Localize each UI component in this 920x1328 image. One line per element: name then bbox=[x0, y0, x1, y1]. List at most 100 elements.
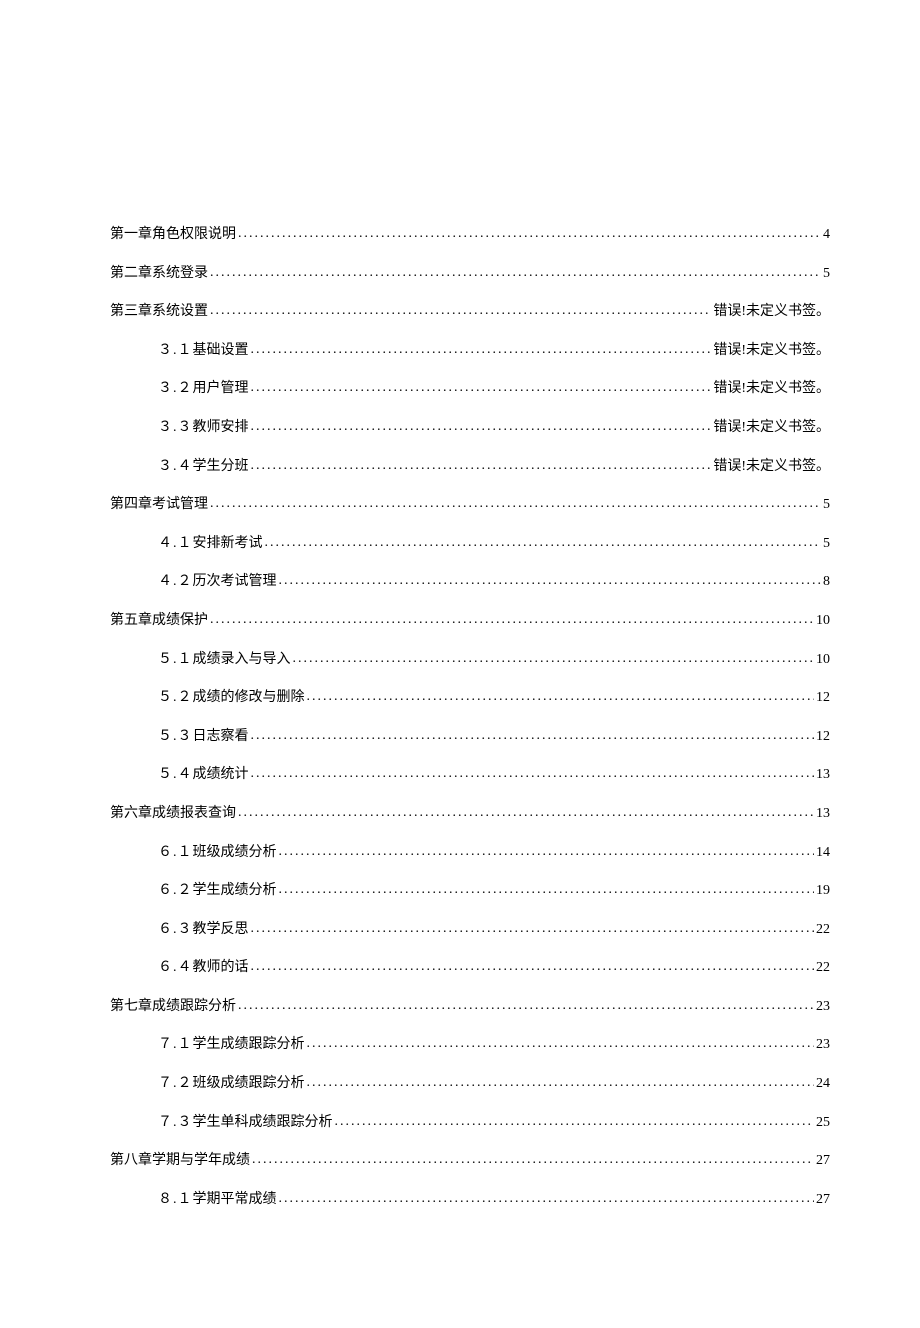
toc-list: 第一章角色权限说明4第二章系统登录5第三章系统设置错误!未定义书签。３.１基础设… bbox=[110, 225, 830, 1209]
toc-section-number: ５.３ bbox=[158, 729, 193, 744]
toc-label: 第七章成绩跟踪分析 bbox=[110, 997, 236, 1017]
toc-label: 第六章成绩报表查询 bbox=[110, 804, 236, 824]
toc-section-title: 学生单科成绩跟踪分析 bbox=[193, 1115, 333, 1130]
toc-section-number: ３.４ bbox=[158, 459, 193, 474]
toc-label: 第八章学期与学年成绩 bbox=[110, 1151, 250, 1171]
toc-entry-ch4-1[interactable]: ４.１安排新考试 5 bbox=[110, 534, 830, 554]
toc-page-number: 5 bbox=[823, 264, 830, 284]
toc-entry-ch3-1[interactable]: ３.１基础设置 错误!未定义书签。 bbox=[110, 341, 830, 361]
toc-entry-ch1[interactable]: 第一章角色权限说明4 bbox=[110, 225, 830, 245]
toc-label: ５.３日志察看 bbox=[158, 727, 249, 747]
toc-entry-ch3-4[interactable]: ３.４学生分班错误!未定义书签。 bbox=[110, 457, 830, 477]
toc-entry-ch6-1[interactable]: ６.１班级成绩分析14 bbox=[110, 843, 830, 863]
toc-label: ７.２班级成绩跟踪分析 bbox=[158, 1074, 305, 1094]
toc-section-number: ６.３ bbox=[158, 922, 193, 937]
toc-section-title: 成绩统计 bbox=[193, 767, 249, 782]
toc-section-title: 基础设置 bbox=[193, 343, 249, 358]
toc-section-title: 学期平常成绩 bbox=[193, 1192, 277, 1207]
toc-entry-ch3-2[interactable]: ３.２用户管理错误!未定义书签。 bbox=[110, 379, 830, 399]
toc-section-title: 教师的话 bbox=[193, 960, 249, 975]
toc-label: 第一章角色权限说明 bbox=[110, 225, 236, 245]
toc-entry-ch4[interactable]: 第四章考试管理 5 bbox=[110, 495, 830, 515]
toc-label: ６.４教师的话 bbox=[158, 958, 249, 978]
toc-section-title: 学生成绩跟踪分析 bbox=[193, 1037, 305, 1052]
toc-page-number: 错误!未定义书签。 bbox=[713, 418, 830, 438]
toc-entry-ch7-3[interactable]: ７.３学生单科成绩跟踪分析25 bbox=[110, 1113, 830, 1133]
toc-entry-ch5-1[interactable]: ５.１成绩录入与导入 10 bbox=[110, 650, 830, 670]
toc-page-number: 错误!未定义书签。 bbox=[713, 341, 830, 361]
toc-label: ５.４成绩统计 bbox=[158, 765, 249, 785]
toc-page-number: 错误!未定义书签。 bbox=[713, 302, 830, 322]
toc-leader-dots bbox=[210, 494, 821, 514]
toc-section-title: 日志察看 bbox=[193, 729, 249, 744]
toc-section-number: ８.１ bbox=[158, 1192, 193, 1207]
toc-section-number: ４.２ bbox=[158, 574, 193, 589]
toc-section-title: 班级成绩跟踪分析 bbox=[193, 1076, 305, 1091]
toc-label: ７.１学生成绩跟踪分析 bbox=[158, 1035, 305, 1055]
toc-section-number: ５.１ bbox=[158, 652, 193, 667]
toc-page-number: 22 bbox=[816, 920, 830, 940]
toc-leader-dots bbox=[335, 1112, 815, 1132]
toc-label: 第五章成绩保护 bbox=[110, 611, 208, 631]
toc-entry-ch6-3[interactable]: ６.３教学反思 22 bbox=[110, 920, 830, 940]
toc-page-number: 23 bbox=[816, 997, 830, 1017]
toc-leader-dots bbox=[251, 764, 815, 784]
toc-leader-dots bbox=[251, 456, 712, 476]
toc-entry-ch7-2[interactable]: ７.２班级成绩跟踪分析 24 bbox=[110, 1074, 830, 1094]
toc-entry-ch3-3[interactable]: ３.３教师安排错误!未定义书签。 bbox=[110, 418, 830, 438]
toc-entry-ch8-1[interactable]: ８.１学期平常成绩27 bbox=[110, 1190, 830, 1210]
toc-page-number: 24 bbox=[816, 1074, 830, 1094]
toc-section-number: ７.２ bbox=[158, 1076, 193, 1091]
toc-leader-dots bbox=[252, 1150, 814, 1170]
toc-section-title: 学生成绩分析 bbox=[193, 883, 277, 898]
toc-section-number: ３.２ bbox=[158, 381, 193, 396]
toc-page-number: 5 bbox=[823, 495, 830, 515]
toc-entry-ch3[interactable]: 第三章系统设置 错误!未定义书签。 bbox=[110, 302, 830, 322]
toc-section-number: ６.４ bbox=[158, 960, 193, 975]
toc-entry-ch7[interactable]: 第七章成绩跟踪分析 23 bbox=[110, 997, 830, 1017]
toc-section-title: 班级成绩分析 bbox=[193, 845, 277, 860]
toc-label: ７.３学生单科成绩跟踪分析 bbox=[158, 1113, 333, 1133]
toc-label: ４.１安排新考试 bbox=[158, 534, 263, 554]
toc-entry-ch6-4[interactable]: ６.４教师的话 22 bbox=[110, 958, 830, 978]
toc-entry-ch7-1[interactable]: ７.１学生成绩跟踪分析 23 bbox=[110, 1035, 830, 1055]
toc-page-number: 5 bbox=[823, 534, 830, 554]
toc-section-title: 教学反思 bbox=[193, 922, 249, 937]
toc-leader-dots bbox=[210, 301, 711, 321]
toc-entry-ch2[interactable]: 第二章系统登录 5 bbox=[110, 264, 830, 284]
toc-entry-ch8[interactable]: 第八章学期与学年成绩27 bbox=[110, 1151, 830, 1171]
toc-page: 第一章角色权限说明4第二章系统登录5第三章系统设置错误!未定义书签。３.１基础设… bbox=[0, 0, 920, 1328]
toc-page-number: 14 bbox=[816, 843, 830, 863]
toc-page-number: 12 bbox=[816, 727, 830, 747]
toc-page-number: 10 bbox=[816, 650, 830, 670]
toc-page-number: 12 bbox=[816, 688, 830, 708]
toc-leader-dots bbox=[251, 378, 712, 398]
toc-page-number: 10 bbox=[816, 611, 830, 631]
toc-entry-ch5-4[interactable]: ５.４成绩统计 13 bbox=[110, 765, 830, 785]
toc-page-number: 23 bbox=[816, 1035, 830, 1055]
toc-section-title: 成绩的修改与删除 bbox=[193, 690, 305, 705]
toc-leader-dots bbox=[279, 880, 815, 900]
toc-entry-ch5[interactable]: 第五章成绩保护 10 bbox=[110, 611, 830, 631]
toc-label: 第三章系统设置 bbox=[110, 302, 208, 322]
toc-label: ８.１学期平常成绩 bbox=[158, 1190, 277, 1210]
toc-leader-dots bbox=[238, 996, 814, 1016]
toc-page-number: 13 bbox=[816, 765, 830, 785]
toc-leader-dots bbox=[279, 571, 822, 591]
toc-label: 第二章系统登录 bbox=[110, 264, 208, 284]
toc-entry-ch5-3[interactable]: ５.３日志察看 12 bbox=[110, 727, 830, 747]
toc-section-number: ３.１ bbox=[158, 343, 193, 358]
toc-entry-ch4-2[interactable]: ４.２历次考试管理8 bbox=[110, 572, 830, 592]
toc-section-number: ７.１ bbox=[158, 1037, 193, 1052]
toc-section-title: 历次考试管理 bbox=[193, 574, 277, 589]
toc-section-number: ７.３ bbox=[158, 1115, 193, 1130]
toc-entry-ch6[interactable]: 第六章成绩报表查询13 bbox=[110, 804, 830, 824]
toc-label: ５.１成绩录入与导入 bbox=[158, 650, 291, 670]
toc-label: 第四章考试管理 bbox=[110, 495, 208, 515]
toc-entry-ch5-2[interactable]: ５.２成绩的修改与删除12 bbox=[110, 688, 830, 708]
toc-entry-ch6-2[interactable]: ６.２学生成绩分析19 bbox=[110, 881, 830, 901]
toc-leader-dots bbox=[238, 224, 821, 244]
toc-leader-dots bbox=[251, 919, 815, 939]
toc-leader-dots bbox=[210, 263, 821, 283]
toc-page-number: 22 bbox=[816, 958, 830, 978]
